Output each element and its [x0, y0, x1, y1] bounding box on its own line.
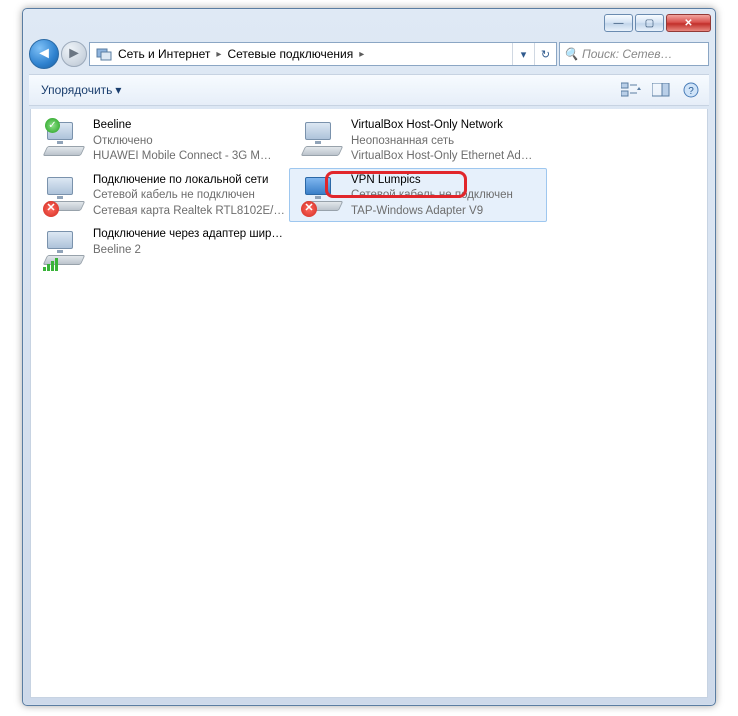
network-adapter-icon: [41, 225, 89, 273]
nav-bar: ◄ ► Сеть и Интернет ▸ Сетевые подключени…: [29, 37, 709, 71]
command-bar: Упорядочить ▾ ?: [29, 74, 709, 106]
address-dropdown-button[interactable]: ▾: [512, 43, 534, 65]
item-device: TAP-Windows Adapter V9: [351, 204, 545, 220]
item-status: Сетевой кабель не подключен: [93, 188, 287, 204]
item-text: VPN LumpicsСетевой кабель не подключенTA…: [351, 171, 545, 220]
network-adapter-icon: ✓: [41, 116, 89, 164]
connection-item[interactable]: ✓ BeelineОтключеноHUAWEI Mobile Connect -…: [31, 113, 289, 168]
item-device: VirtualBox Host-Only Ethernet Ad…: [351, 149, 545, 165]
search-input[interactable]: 🔍 Поиск: Сетев…: [559, 42, 709, 66]
search-placeholder: Поиск: Сетев…: [582, 47, 673, 61]
connection-item[interactable]: ✕ VPN LumpicsСетевой кабель не подключенT…: [289, 168, 547, 223]
item-name: Подключение через адаптер широкополосной…: [93, 227, 287, 243]
breadcrumb-arrow-icon[interactable]: ▸: [355, 49, 368, 60]
maximize-button[interactable]: ▢: [635, 14, 664, 32]
item-device: Сетевая карта Realtek RTL8102E/…: [93, 204, 287, 220]
arrow-right-icon: ►: [66, 45, 82, 63]
help-button[interactable]: ?: [679, 79, 703, 101]
status-error-icon: ✕: [301, 201, 317, 217]
item-text: Подключение по локальной сетиСетевой каб…: [93, 171, 287, 220]
status-enabled-icon: ✓: [45, 118, 60, 133]
item-status: Отключено: [93, 134, 287, 150]
svg-text:?: ?: [688, 86, 694, 97]
item-text: VirtualBox Host-Only NetworkНеопознанная…: [351, 116, 545, 165]
connection-item[interactable]: Подключение через адаптер широкополосной…: [31, 222, 289, 276]
view-options-button[interactable]: [619, 79, 643, 101]
search-icon: 🔍: [560, 47, 582, 61]
network-adapter-icon: ✕: [41, 171, 89, 219]
item-text: Подключение через адаптер широкополосной…: [93, 225, 287, 258]
minimize-button[interactable]: —: [604, 14, 633, 32]
item-name: VirtualBox Host-Only Network: [351, 118, 545, 134]
item-name: VPN Lumpics: [351, 173, 545, 189]
control-panel-icon: [95, 45, 113, 63]
item-name: Beeline: [93, 118, 287, 134]
status-error-icon: ✕: [43, 201, 59, 217]
breadcrumb-arrow-icon[interactable]: ▸: [212, 49, 225, 60]
breadcrumb-seg-1[interactable]: Сеть и Интернет: [116, 47, 212, 61]
network-adapter-icon: ✕: [299, 171, 347, 219]
item-status: Сетевой кабель не подключен: [351, 188, 545, 204]
preview-pane-button[interactable]: [649, 79, 673, 101]
item-status: Beeline 2: [93, 243, 287, 259]
explorer-window: — ▢ ✕ ◄ ► Сеть и Интернет ▸ Сетевые подк…: [0, 0, 738, 716]
chevron-down-icon: ▾: [115, 83, 121, 97]
breadcrumb-seg-2[interactable]: Сетевые подключения: [225, 47, 355, 61]
network-adapter-icon: [299, 116, 347, 164]
close-button[interactable]: ✕: [666, 14, 711, 32]
connection-item[interactable]: VirtualBox Host-Only NetworkНеопознанная…: [289, 113, 547, 168]
item-device: HUAWEI Mobile Connect - 3G M…: [93, 149, 287, 165]
refresh-button[interactable]: ↻: [534, 43, 556, 65]
nav-back-button[interactable]: ◄: [29, 39, 59, 69]
item-text: BeelineОтключеноHUAWEI Mobile Connect - …: [93, 116, 287, 165]
connection-item[interactable]: ✕ Подключение по локальной сетиСетевой ка…: [31, 168, 289, 223]
address-bar[interactable]: Сеть и Интернет ▸ Сетевые подключения ▸ …: [89, 42, 557, 66]
content-area[interactable]: ✓ BeelineОтключеноHUAWEI Mobile Connect -…: [30, 109, 708, 698]
organize-label: Упорядочить: [41, 83, 112, 97]
item-status: Неопознанная сеть: [351, 134, 545, 150]
nav-forward-button: ►: [61, 41, 87, 67]
item-name: Подключение по локальной сети: [93, 173, 287, 189]
arrow-left-icon: ◄: [36, 45, 52, 63]
title-bar[interactable]: — ▢ ✕: [23, 9, 715, 37]
signal-bars-icon: [43, 257, 63, 271]
organize-menu[interactable]: Упорядочить ▾: [35, 80, 127, 100]
